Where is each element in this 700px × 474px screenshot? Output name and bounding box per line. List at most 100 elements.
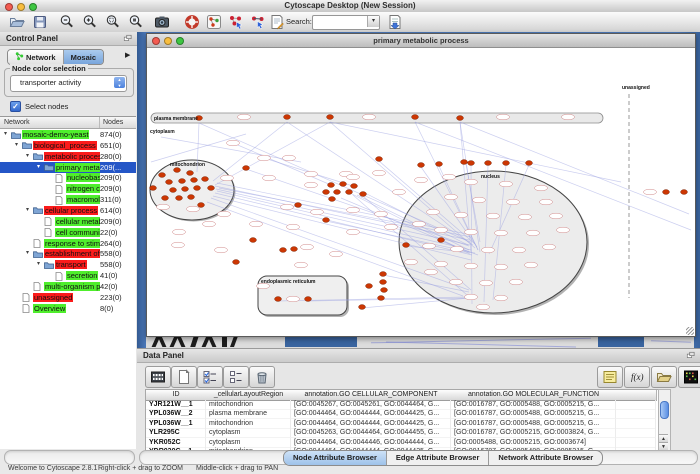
zoom-out-button[interactable] <box>58 13 76 31</box>
combo-stepper-icon[interactable]: ▲▼ <box>114 77 125 88</box>
tab-overflow-arrow[interactable]: ▶ <box>125 51 130 59</box>
network-node[interactable] <box>188 195 195 200</box>
expand-arrow-icon[interactable]: ▾ <box>15 140 18 151</box>
network-node[interactable] <box>243 166 250 171</box>
network-node[interactable] <box>202 177 209 182</box>
network-node[interactable] <box>360 192 367 197</box>
network-node[interactable] <box>381 288 388 293</box>
network-node[interactable] <box>250 238 257 243</box>
delete-attribute-button[interactable] <box>249 366 275 388</box>
network-node[interactable] <box>174 168 181 173</box>
attribute-matrix-button[interactable] <box>678 366 700 388</box>
network-node[interactable] <box>291 247 298 252</box>
zoom-fit-button[interactable] <box>104 13 122 31</box>
network-tree-header[interactable]: Network Nodes <box>0 117 136 129</box>
network-node[interactable] <box>275 297 282 302</box>
network-node[interactable] <box>485 161 492 166</box>
tree-row-transport[interactable]: ▾transport558(0) <box>0 259 136 270</box>
zoom-in-button[interactable] <box>81 13 99 31</box>
network-node[interactable] <box>150 186 157 191</box>
network-node[interactable] <box>295 203 302 208</box>
attribute-notes-button[interactable] <box>597 366 623 388</box>
expand-arrow-icon[interactable]: ▾ <box>4 129 7 140</box>
tree-row-macromolecule[interactable]: macromolecule311(0) <box>0 194 136 205</box>
network-node[interactable] <box>179 179 186 184</box>
tree-row-unassigned[interactable]: unassigned223(0) <box>0 292 136 303</box>
tree-row-establishment-of-lo[interactable]: ▾establishment of lo558(0) <box>0 248 136 259</box>
import-attributes-button[interactable] <box>651 366 677 388</box>
network-node[interactable] <box>170 188 177 193</box>
formula-builder-button[interactable]: f(x) <box>624 366 650 388</box>
scrollbar-thumb[interactable] <box>660 401 669 419</box>
tree-row-cell-communicat[interactable]: cell communicat22(0) <box>0 227 136 238</box>
resize-grip[interactable] <box>686 327 694 335</box>
expand-arrow-icon[interactable]: ▾ <box>26 205 29 216</box>
tab-mosaic[interactable]: Mosaic <box>64 50 103 64</box>
node-color-select[interactable]: transporter activity ▲▼ <box>10 75 127 92</box>
expand-arrow-icon[interactable]: ▾ <box>37 259 40 270</box>
network-node[interactable] <box>346 190 353 195</box>
tree-row-biological-process[interactable]: ▾biological_process651(0) <box>0 140 136 151</box>
network-window-titlebar[interactable]: primary metabolic process <box>147 34 695 48</box>
minimize-button[interactable] <box>17 3 25 11</box>
create-attribute-button[interactable] <box>171 366 197 388</box>
network-node[interactable] <box>208 186 215 191</box>
import-table-button[interactable] <box>386 13 404 31</box>
help-button[interactable] <box>183 13 201 31</box>
zoom-button[interactable] <box>29 3 37 11</box>
select-attributes-button[interactable] <box>145 366 171 388</box>
network-node[interactable] <box>366 284 373 289</box>
network-node[interactable] <box>468 161 475 166</box>
network-node[interactable] <box>334 190 341 195</box>
edit-nodes-button[interactable] <box>227 13 245 31</box>
network-node[interactable] <box>233 260 240 265</box>
tree-row-secretion[interactable]: secretion41(0) <box>0 270 136 281</box>
network-node[interactable] <box>284 115 291 120</box>
tree-row-mosaic-demo-yeast[interactable]: ▾mosaic-demo-yeast874(0) <box>0 129 136 140</box>
open-file-button[interactable] <box>8 13 26 31</box>
network-node[interactable] <box>376 157 383 162</box>
zoom-region-button[interactable] <box>127 13 145 31</box>
tab-network-attribute-browser[interactable]: Network Attribute Browser <box>489 451 602 465</box>
expand-arrow-icon[interactable]: ▾ <box>26 248 29 259</box>
network-node[interactable] <box>166 180 173 185</box>
network-minimize-button[interactable] <box>164 37 172 45</box>
tree-row-overview[interactable]: Overview8(0) <box>0 303 136 314</box>
tab-node-attribute-browser[interactable]: Node Attribute Browser <box>284 451 387 465</box>
network-node[interactable] <box>323 218 330 223</box>
network-node[interactable] <box>418 163 425 168</box>
expand-arrow-icon[interactable]: ▾ <box>26 151 29 162</box>
network-overview-button[interactable] <box>205 13 223 31</box>
attribute-list-button[interactable] <box>223 366 249 388</box>
network-close-button[interactable] <box>152 37 160 45</box>
tree-row-metabolic-process[interactable]: ▾metabolic process280(0) <box>0 151 136 162</box>
network-node[interactable] <box>182 187 189 192</box>
edit-edges-button[interactable] <box>249 13 267 31</box>
table-scrollbar[interactable]: ▲ ▼ <box>658 389 671 452</box>
network-graph[interactable]: plasma membranecytoplasmmitochondrionnuc… <box>147 48 695 336</box>
float-panel-icon[interactable] <box>123 34 133 49</box>
select-attributes-check-button[interactable] <box>197 366 223 388</box>
annotation-button[interactable] <box>268 13 286 31</box>
network-node[interactable] <box>526 161 533 166</box>
tree-row-cellular-process[interactable]: ▾cellular process614(0) <box>0 205 136 216</box>
expand-arrow-icon[interactable]: ▾ <box>37 162 40 173</box>
select-nodes-checkbox[interactable]: ✓ <box>10 101 21 112</box>
network-node[interactable] <box>328 183 335 188</box>
tree-row-multi-organism-pro[interactable]: multi-organism pro42(0) <box>0 281 136 292</box>
network-node[interactable] <box>438 238 445 243</box>
network-node[interactable] <box>305 297 312 302</box>
network-zoom-button[interactable] <box>176 37 184 45</box>
network-node[interactable] <box>461 160 468 165</box>
network-node[interactable] <box>191 178 198 183</box>
network-node[interactable] <box>503 161 510 166</box>
snapshot-button[interactable] <box>153 13 171 31</box>
network-node[interactable] <box>323 190 330 195</box>
network-node[interactable] <box>663 190 670 195</box>
network-node[interactable] <box>340 182 347 187</box>
network-node[interactable] <box>198 203 205 208</box>
network-node[interactable] <box>380 280 387 285</box>
search-input[interactable]: ▾ <box>312 15 380 30</box>
tree-row-cellular-metabo[interactable]: cellular metabo209(0) <box>0 216 136 227</box>
network-node[interactable] <box>412 115 419 120</box>
